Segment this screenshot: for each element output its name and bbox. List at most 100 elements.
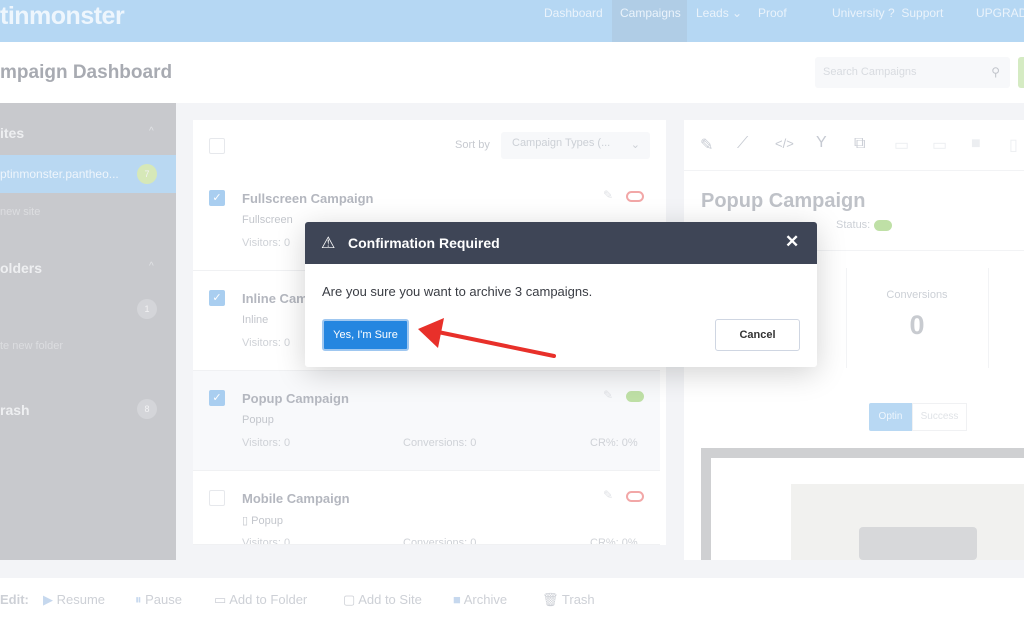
folders-heading: olders [0, 260, 43, 276]
trash-heading[interactable]: rash [0, 402, 30, 418]
campaign-type: Popup [242, 414, 274, 426]
detail-title: Popup Campaign [701, 190, 866, 212]
modal-header: ⚠ Confirmation Required ✕ [305, 222, 817, 264]
trash-icon[interactable]: ▯ [1009, 135, 1018, 155]
create-folder-link[interactable]: te new folder [0, 340, 63, 352]
nav-campaigns[interactable]: Campaigns [612, 0, 687, 42]
tablet-image [859, 527, 977, 560]
nav-upgrade[interactable]: UPGRADE [968, 0, 1024, 42]
mobile-icon: ▯ [242, 515, 249, 527]
status-toggle[interactable] [626, 391, 644, 402]
pause-button[interactable]: ⏸ Pause [135, 592, 182, 608]
chevron-up-icon[interactable]: ^ [149, 261, 154, 272]
visitors-stat: Visitors: 0 [242, 537, 291, 545]
campaign-row[interactable]: Mobile Campaign ▯ Popup Visitors: 0 Conv… [193, 471, 660, 545]
edit-icon[interactable]: ✎ [603, 488, 613, 502]
campaign-type-label: Popup [242, 414, 274, 426]
nav-leads[interactable]: Leads ⌄ [688, 0, 750, 42]
folder-icon: ▭ [214, 592, 227, 607]
add-to-folder-button[interactable]: ▭ Add to Folder [214, 592, 307, 608]
add-to-site-button[interactable]: ▢ Add to Site [343, 592, 422, 608]
search-input[interactable]: Search Campaigns ⚲ [815, 57, 1010, 88]
chevron-down-icon: ⌄ [732, 6, 743, 20]
duplicate-icon[interactable]: ⧉ [854, 135, 865, 153]
status-toggle[interactable] [626, 191, 644, 202]
edit-icon[interactable]: ✎ [603, 188, 613, 202]
archive-icon[interactable]: ■ [971, 135, 981, 153]
sort-value: Campaign Types (... [512, 137, 611, 149]
conversions-value: 0 [909, 310, 925, 340]
cr-stat: CR%: 0% [590, 437, 638, 449]
logo[interactable]: tinmonster [0, 2, 125, 31]
cancel-button[interactable]: Cancel [715, 319, 800, 351]
campaign-type-label: Inline [242, 314, 269, 326]
campaign-type-label: Fullscreen [242, 214, 293, 226]
campaign-row[interactable]: ✓ Popup Campaign Popup Visitors: 0 Conve… [193, 371, 660, 471]
modal-message: Are you sure you want to archive 3 campa… [322, 284, 593, 299]
chevron-down-icon: ⌄ [630, 139, 640, 151]
trash-label: Trash [561, 592, 595, 607]
status-toggle[interactable] [626, 491, 644, 502]
resume-button[interactable]: ▶ Resume [43, 592, 105, 608]
add-to-folder-label: Add to Folder [229, 592, 308, 607]
sort-select[interactable]: Campaign Types (... ⌄ [501, 132, 650, 159]
confirmation-modal: ⚠ Confirmation Required ✕ Are you sure y… [305, 222, 817, 367]
confirm-button[interactable]: Yes, I'm Sure [322, 319, 409, 351]
campaign-name[interactable]: Fullscreen Campaign [242, 191, 373, 206]
folder-icon[interactable]: ▭ [932, 135, 947, 155]
warning-icon: ⚠ [321, 235, 336, 252]
search-placeholder: Search Campaigns [823, 66, 917, 78]
select-all-checkbox[interactable] [209, 138, 225, 154]
campaign-name[interactable]: Mobile Campaign [242, 491, 350, 506]
status-toggle[interactable] [874, 220, 892, 231]
cr-stat: CR%: 0% [590, 537, 638, 545]
new-campaign-button[interactable] [1018, 57, 1024, 88]
folder-count-badge: 1 [137, 299, 157, 319]
edit-icon[interactable]: ✎ [700, 135, 713, 155]
campaign-preview [701, 448, 1024, 560]
visitors-stat: Visitors: 0 [242, 437, 291, 449]
chevron-up-icon[interactable]: ^ [149, 126, 154, 137]
site-icon[interactable]: ▭ [894, 135, 909, 155]
trash-icon: 🗑︎ [542, 592, 559, 607]
close-icon[interactable]: ✕ [785, 232, 799, 252]
resume-label: Resume [56, 592, 106, 607]
analytics-icon[interactable]: ⟋ [737, 135, 748, 153]
campaign-name[interactable]: Popup Campaign [242, 391, 349, 406]
red-arrow-annotation [418, 318, 556, 358]
sidebar-item-site[interactable]: ptinmonster.pantheo... 7 [0, 155, 176, 193]
search-icon: ⚲ [991, 65, 1000, 79]
help-icon: ? [888, 6, 895, 20]
row-checkbox[interactable] [209, 490, 225, 506]
add-to-site-label: Add to Site [358, 592, 422, 607]
edit-label: Edit: [0, 592, 29, 607]
tab-optin[interactable]: Optin [869, 403, 912, 431]
visitors-stat: Visitors: 0 [242, 237, 291, 249]
split-test-icon[interactable]: Y [816, 134, 827, 152]
play-icon: ▶ [43, 592, 53, 607]
row-checkbox[interactable]: ✓ [209, 390, 225, 406]
nav-dashboard[interactable]: Dashboard [536, 0, 611, 42]
row-checkbox[interactable]: ✓ [209, 290, 225, 306]
add-site-link[interactable]: new site [0, 206, 40, 218]
nav-support[interactable]: ? Support [880, 0, 951, 42]
embed-code-icon[interactable]: </> [775, 136, 794, 151]
arrow-shaft [436, 330, 556, 358]
trash-button[interactable]: 🗑︎ Trash [542, 592, 595, 608]
conversions-label: Conversions [886, 289, 948, 301]
site-count-badge: 7 [137, 164, 157, 184]
trash-count-badge: 8 [137, 399, 157, 419]
archive-button[interactable]: ■ Archive [453, 592, 507, 607]
window-icon: ▢ [343, 592, 356, 607]
conversions-stat: Conversions: 0 [403, 537, 477, 545]
status-label: Status: [836, 219, 871, 231]
tab-success[interactable]: Success [912, 403, 967, 431]
nav-leads-label: Leads [696, 6, 729, 20]
archive-icon: ■ [453, 592, 461, 607]
nav-proof[interactable]: Proof [750, 0, 795, 42]
sites-heading: ites [0, 125, 25, 141]
visitors-stat: Visitors: 0 [242, 337, 291, 349]
row-checkbox[interactable]: ✓ [209, 190, 225, 206]
page-title: mpaign Dashboard [0, 62, 173, 83]
edit-icon[interactable]: ✎ [603, 388, 613, 402]
